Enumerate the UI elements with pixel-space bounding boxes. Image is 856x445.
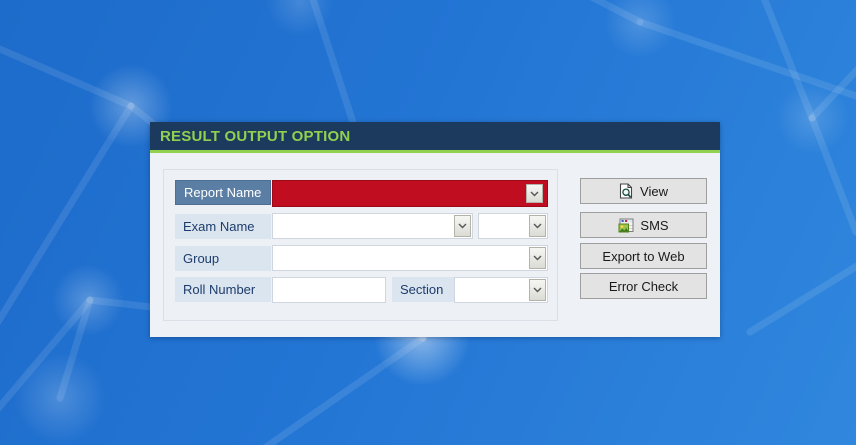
sms-message-icon [618, 218, 634, 233]
export-to-web-button[interactable]: Export to Web [580, 243, 707, 269]
exam-name-combobox-value [273, 214, 472, 238]
report-name-combobox[interactable] [272, 180, 548, 207]
panel-header: RESULT OUTPUT OPTION [150, 122, 720, 150]
report-name-combo-arrow-button[interactable] [526, 184, 543, 203]
print-preview-icon [619, 183, 634, 199]
roll-number-input[interactable] [272, 277, 386, 303]
exam-name-combobox[interactable] [272, 213, 473, 239]
view-button[interactable]: View [580, 178, 707, 204]
chevron-down-icon [533, 223, 542, 229]
exam-name-combo-arrow-button[interactable] [454, 215, 471, 237]
exam-name-secondary-combo-arrow-button[interactable] [529, 215, 546, 237]
group-combo-arrow-button[interactable] [529, 247, 546, 269]
chevron-down-icon [533, 255, 542, 261]
group-label: Group [175, 246, 271, 271]
section-label: Section [392, 277, 454, 302]
roll-number-label: Roll Number [175, 277, 271, 302]
error-check-button[interactable]: Error Check [580, 273, 707, 299]
result-output-panel: RESULT OUTPUT OPTION Report Name Exam Na… [150, 122, 720, 337]
report-name-combobox-value [273, 181, 547, 205]
report-name-label: Report Name [175, 180, 271, 205]
sms-button-label: SMS [640, 217, 669, 233]
exam-name-secondary-combobox[interactable] [478, 213, 548, 239]
chevron-down-icon [530, 191, 539, 197]
export-to-web-button-label: Export to Web [602, 248, 685, 264]
exam-name-label: Exam Name [175, 214, 271, 239]
view-button-label: View [640, 183, 668, 199]
error-check-button-label: Error Check [608, 278, 679, 294]
section-combobox[interactable] [454, 277, 548, 303]
section-combo-arrow-button[interactable] [529, 279, 546, 301]
chevron-down-icon [458, 223, 467, 229]
header-accent-bar [150, 150, 720, 153]
desktop-screen: RESULT OUTPUT OPTION Report Name Exam Na… [0, 0, 856, 445]
group-combobox[interactable] [272, 245, 548, 271]
panel-title: RESULT OUTPUT OPTION [160, 127, 351, 145]
sms-button[interactable]: SMS [580, 212, 707, 238]
group-combobox-value [273, 246, 547, 270]
chevron-down-icon [533, 287, 542, 293]
